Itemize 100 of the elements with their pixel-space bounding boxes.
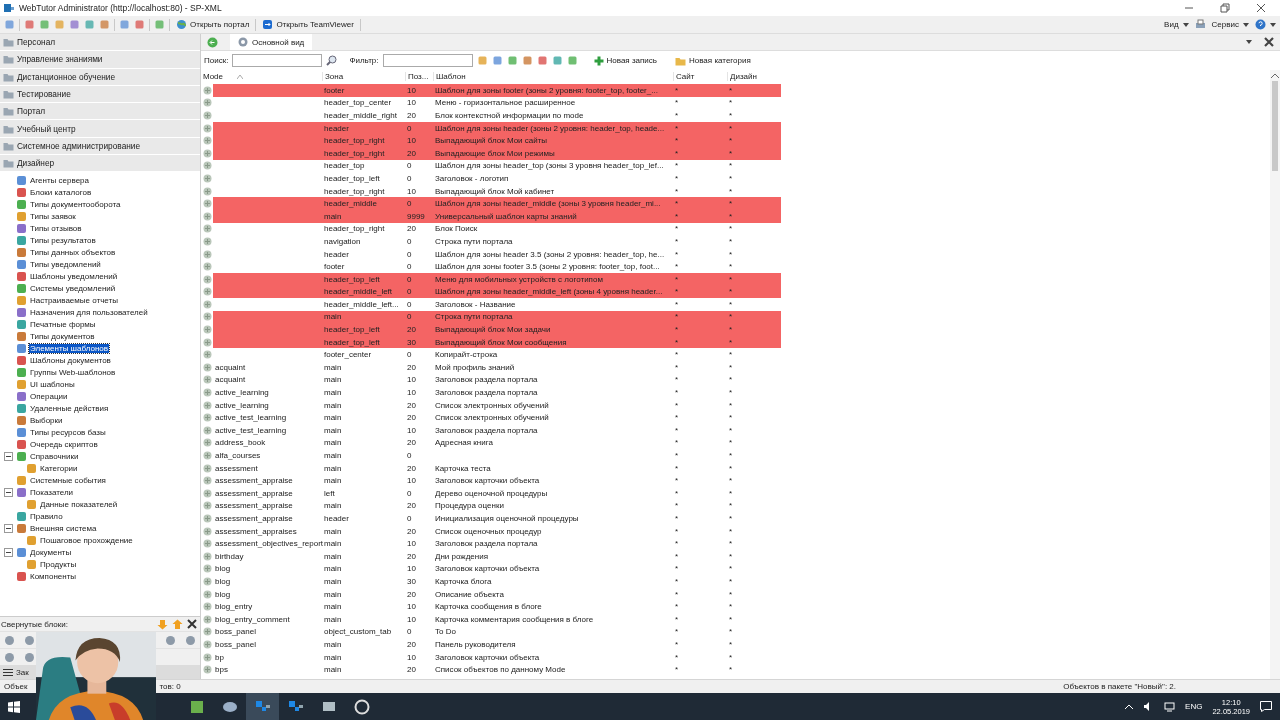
collapse-icon[interactable] [4, 487, 13, 497]
close-icon[interactable] [1256, 3, 1266, 13]
tree-item[interactable]: Типы отзывов [29, 223, 83, 233]
table-row[interactable]: header_top_left 0 Заголовок - логотип * * [201, 172, 781, 185]
toolbar-tool-icon[interactable] [84, 19, 95, 30]
collapse-icon[interactable] [4, 451, 13, 461]
table-row[interactable]: navigation 0 Строка пути портала * * [201, 235, 781, 248]
tree-item[interactable]: Системы уведомлений [29, 283, 117, 293]
tree-item[interactable]: Типы результатов [29, 235, 97, 245]
table-row[interactable]: bps main 20 Список объектов по данному Mode * * [201, 663, 781, 676]
tree-item[interactable]: Настраиваемые отчеты [29, 295, 119, 305]
table-row[interactable]: header_top_right 10 Выпадающий блок Мои сайты * * [201, 134, 781, 147]
toolbar-tool-icon[interactable] [119, 19, 130, 30]
toolbar-tool-icon[interactable] [476, 55, 488, 66]
menu-button[interactable]: Вид [1162, 20, 1191, 29]
block-icon[interactable] [165, 634, 176, 646]
action-button[interactable]: Новая запись [591, 55, 659, 66]
sidebar-section[interactable]: Учебный центр [0, 120, 200, 138]
tree-item[interactable]: Данные показателей [39, 499, 119, 509]
table-row[interactable]: assessment main 20 Карточка теста * * [201, 461, 781, 475]
caret-icon[interactable] [1270, 22, 1276, 27]
toolbar-tool-icon[interactable] [506, 55, 518, 66]
block-icon[interactable] [24, 651, 35, 663]
tree-item[interactable]: Показатели [29, 487, 75, 497]
tree-item[interactable]: UI шаблоны [29, 379, 76, 389]
table-row[interactable]: alfa_courses main 0 * * [201, 449, 781, 462]
search-field[interactable] [232, 54, 323, 67]
table-row[interactable]: footer 0 Шаблон для зоны footer 3.5 (зоны 2 уровня: footer_top, foot... * * [201, 260, 781, 273]
action-button[interactable]: Новая категория [673, 55, 753, 66]
scroll-up-icon[interactable] [1271, 73, 1279, 78]
table-row[interactable]: blog_entry_comment main 10 Карточка комментария сообщения в блоге * * [201, 612, 781, 626]
table-row[interactable]: header_middle_right 20 Блок контекстной информации по mode * * [201, 109, 781, 122]
table-row[interactable]: blog main 30 Карточка блога * * [201, 575, 781, 588]
table-row[interactable]: blog main 10 Заголовок карточки объекта * * [201, 562, 781, 576]
toolbar-tool-icon[interactable] [134, 19, 145, 30]
table-row[interactable]: active_learning main 10 Заголовок раздела портала * * [201, 386, 781, 399]
toolbar-button[interactable]: Открыть портал [174, 19, 252, 30]
table-row[interactable]: header_top_right 10 Выпадающий блок Мой кабинет * * [201, 184, 781, 198]
table-row[interactable]: boss_panel main 20 Панель руководителя * * [201, 638, 781, 651]
table-row[interactable]: boss_panel object_custom_tab 0 To Do * * [201, 625, 781, 639]
tree-item[interactable]: Назначения для пользователей [29, 307, 149, 317]
tree-item[interactable]: Шаблоны документов [29, 355, 112, 365]
table-row[interactable]: assessment_appraise main 10 Заголовок карточки объекта * * [201, 474, 781, 487]
block-icon[interactable] [4, 634, 15, 646]
language-indicator[interactable]: ENG [1185, 702, 1203, 711]
notification-icon[interactable] [1260, 701, 1272, 712]
tree-item[interactable]: Очередь скриптов [29, 439, 99, 449]
collapse-icon[interactable] [4, 547, 13, 557]
tree-item[interactable]: Компоненты [29, 571, 78, 581]
tree-item[interactable]: Типы уведомлений [29, 259, 102, 269]
table-row[interactable]: active_test_learning main 10 Заголовок раздела портала * * [201, 424, 781, 437]
arrow-down-icon[interactable] [157, 618, 168, 630]
toolbar-tool-icon[interactable] [536, 55, 548, 66]
caret-icon[interactable] [1246, 40, 1252, 44]
start-icon[interactable] [8, 700, 20, 713]
toolbar-tool-icon[interactable] [154, 19, 165, 30]
tree-item[interactable]: Операции [29, 391, 69, 401]
back-icon[interactable] [207, 36, 218, 48]
table-row[interactable]: address_book main 20 Адресная книга * * [201, 436, 781, 450]
table-row[interactable]: header_top_left 20 Выпадающий блок Мои задачи * * [201, 323, 781, 336]
tree-item[interactable]: Документы [29, 547, 73, 557]
tree-item[interactable]: Типы документооборота [29, 199, 122, 209]
toolbar-tool-icon[interactable] [69, 19, 80, 30]
toolbar-tool-icon[interactable] [521, 55, 533, 66]
toolbar-button[interactable]: Открыть TeamViewer [260, 19, 356, 30]
table-row[interactable]: header_top 0 Шаблон для зоны header_top (зоны 3 уровня header_top_lef... * * [201, 159, 781, 173]
table-row[interactable]: header_top_center 10 Меню - горизонтальное расширенное * * [201, 96, 781, 110]
table-row[interactable]: header_top_right 20 Блок Поиск * * [201, 222, 781, 236]
table-row[interactable]: header_top_left 0 Меню для мобильных устройств с логотипом * * [201, 272, 781, 286]
sidebar-section[interactable]: Портал [0, 103, 200, 121]
tree-item[interactable]: Группы Web-шаблонов [29, 367, 117, 377]
table-row[interactable]: assessment_appraise header 0 Инициализация оценочной процедуры * * [201, 512, 781, 525]
tree-item[interactable]: Удаленные действия [29, 403, 110, 413]
table-row[interactable]: assessment_appraises main 20 Список оценочных процедур * * [201, 524, 781, 538]
column-header[interactable]: Поз... [405, 72, 433, 81]
tree-item[interactable]: Шаблоны уведомлений [29, 271, 119, 281]
column-header[interactable]: Mode [201, 72, 322, 81]
network-icon[interactable] [1164, 701, 1176, 712]
tree-item[interactable]: Пошаговое прохождение [39, 535, 134, 545]
tree-item[interactable]: Системные события [29, 475, 107, 485]
column-header[interactable]: Дизайн [727, 72, 781, 81]
table-row[interactable]: acquaint main 10 Заголовок раздела портала * * [201, 373, 781, 387]
help-icon[interactable] [1255, 19, 1266, 30]
sidebar-section[interactable]: Персонал [0, 34, 200, 52]
table-row[interactable]: header_middle_left... 0 Заголовок - Название * * [201, 298, 781, 311]
column-header[interactable]: Шаблон [433, 72, 673, 81]
tab[interactable]: Основной вид [230, 34, 313, 50]
tree-item[interactable]: Внешняя система [29, 523, 98, 533]
tree-item[interactable]: Правило [29, 511, 64, 521]
tree-item[interactable]: Элементы шаблонов [29, 343, 110, 353]
chevron-up-icon[interactable] [1125, 704, 1134, 709]
toolbar-tool-icon[interactable] [24, 19, 35, 30]
table-row[interactable]: header_middle 0 Шаблон для зоны header_middle (зоны 3 уровня header_mi... * * [201, 197, 781, 210]
table-row[interactable]: acquaint main 20 Мой профиль знаний * * [201, 361, 781, 374]
toolbar-tool-icon[interactable] [54, 19, 65, 30]
table-row[interactable]: header 0 Шаблон для зоны header (зоны 2 уровня: header_top, heade... * * [201, 121, 781, 135]
tree-item[interactable]: Типы данных объектов [29, 247, 117, 257]
toolbar-tool-icon[interactable] [551, 55, 563, 66]
toolbar-tool-icon[interactable] [491, 55, 503, 66]
tree-item[interactable]: Выборки [29, 415, 64, 425]
